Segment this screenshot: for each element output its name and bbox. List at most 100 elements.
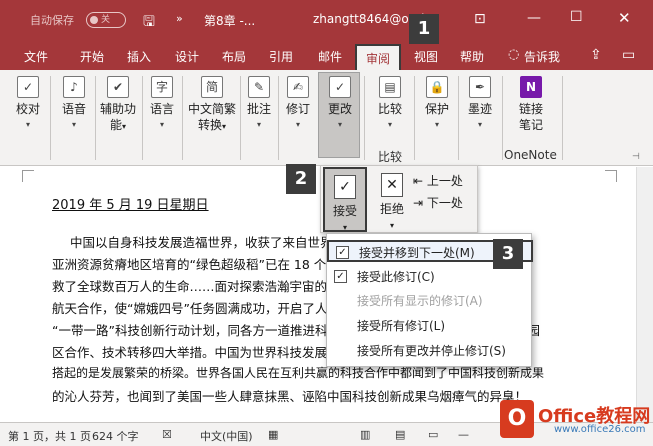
document-date: 2019 年 5 月 19 日星期日	[52, 198, 209, 213]
read-mode-icon[interactable]: ▥	[360, 428, 370, 441]
tab-mailings[interactable]: 邮件	[318, 48, 342, 65]
tab-home[interactable]: 开始	[80, 48, 104, 65]
next-change-button[interactable]: ⇥ 下一处	[413, 194, 463, 211]
compare-button[interactable]: ▤ 比较 ▾	[372, 76, 408, 133]
comments-icon[interactable]: ▭	[622, 47, 635, 63]
proofing-label: 校对	[15, 102, 40, 116]
maximize-icon[interactable]: ☐	[570, 9, 583, 25]
office-logo-icon: O	[500, 400, 534, 438]
changes-button-content[interactable]: ✓ 更改 ▾	[320, 76, 360, 133]
tab-layout[interactable]: 布局	[222, 48, 246, 65]
chevron-down-icon: ▾	[477, 120, 482, 129]
menu-item-label: 接受并移到下一处(M)	[359, 246, 475, 260]
quick-access-more-icon[interactable]: »	[176, 12, 183, 25]
autosave-toggle[interactable]: 关	[86, 12, 126, 28]
chevron-down-icon: ▾	[25, 120, 30, 129]
tab-review[interactable]: 审阅	[355, 44, 402, 70]
compare-group-label: 比较	[378, 150, 403, 164]
speaker-icon: ♪	[63, 76, 85, 98]
previous-icon: ⇤	[413, 174, 424, 188]
tab-view[interactable]: 视图	[414, 48, 438, 65]
chinese-conversion-label-2: 转换	[197, 118, 222, 132]
title-bar: 自动保存 关 🖫 » 第8章 -... zhangtt8464@outlo m …	[0, 0, 653, 40]
divider	[562, 76, 563, 160]
next-label: 下一处	[426, 196, 463, 210]
tracking-button[interactable]: ✍ 修订 ▾	[281, 76, 315, 133]
share-icon[interactable]: ⇪	[590, 47, 602, 63]
language-icon: 字	[151, 76, 173, 98]
previous-change-button[interactable]: ⇤ 上一处	[413, 172, 463, 189]
tab-insert[interactable]: 插入	[127, 48, 151, 65]
chevron-down-icon: ▾	[159, 120, 164, 129]
chevron-down-icon: ▾	[222, 122, 227, 131]
speech-button[interactable]: ♪ 语音 ▾	[56, 76, 92, 133]
linked-notes-label: 链接	[518, 102, 543, 116]
language-button[interactable]: 字 语言 ▾	[144, 76, 180, 133]
speech-label: 语音	[61, 102, 86, 116]
chevron-down-icon: ▾	[387, 120, 392, 129]
autosave-label: 自动保存	[30, 14, 74, 27]
tab-help[interactable]: 帮助	[460, 48, 484, 65]
menu-accept-all-shown: 接受所有显示的修订(A)	[327, 290, 533, 312]
chevron-down-icon: ▾	[256, 120, 261, 129]
close-icon[interactable]: ✕	[618, 9, 631, 27]
menu-item-label: 接受所有显示的修订(A)	[357, 294, 483, 308]
accept-next-icon: ✓	[336, 246, 349, 259]
accessibility-label-2: 能	[109, 118, 122, 132]
reject-x-icon: ✕	[381, 173, 403, 197]
reject-label: 拒绝	[379, 202, 404, 216]
step-badge-1: 1	[409, 14, 439, 44]
accept-check-icon: ✓	[334, 175, 356, 199]
ink-button[interactable]: ✒ 墨迹 ▾	[462, 76, 498, 133]
protect-button[interactable]: 🔒 保护 ▾	[420, 76, 454, 133]
tab-references[interactable]: 引用	[269, 48, 293, 65]
divider	[240, 76, 241, 160]
margin-mark-right	[605, 170, 617, 182]
word-count[interactable]: 624 个字	[92, 428, 139, 444]
chinese-conversion-button[interactable]: 简 中文简繁 转换▾	[184, 76, 240, 135]
protect-label: 保护	[424, 102, 449, 116]
tracking-label: 修订	[285, 102, 310, 116]
vertical-scrollbar[interactable]	[636, 167, 653, 422]
step-badge-2: 2	[286, 164, 316, 194]
document-title: 第8章 -...	[204, 14, 256, 28]
accept-button[interactable]: ✓ 接受 ▾	[323, 167, 367, 232]
divider	[142, 76, 143, 160]
watermark-url: www.office26.com	[554, 424, 646, 435]
comments-label: 批注	[246, 102, 271, 116]
menu-accept-all[interactable]: 接受所有修订(L)	[327, 315, 533, 337]
collapse-ribbon-icon[interactable]: ⊣	[632, 152, 640, 162]
onenote-icon: N	[520, 76, 542, 98]
language-label: 语言	[149, 102, 174, 116]
divider	[50, 76, 51, 160]
linked-notes-button[interactable]: N 链接 笔记	[508, 76, 554, 133]
web-layout-icon[interactable]: ▭	[428, 428, 438, 441]
ribbon-display-options-icon[interactable]: ⊡	[474, 11, 486, 27]
comments-button[interactable]: ✎ 批注 ▾	[242, 76, 276, 133]
zoom-out-icon[interactable]: —	[458, 428, 469, 441]
chevron-down-icon: ▾	[122, 122, 127, 131]
tab-file[interactable]: 文件	[24, 48, 48, 65]
margin-mark-left	[22, 170, 34, 182]
reject-button[interactable]: ✕ 拒绝 ▾	[373, 167, 411, 232]
accessibility-button[interactable]: ✔ 辅助功 能▾	[96, 76, 140, 135]
previous-label: 上一处	[426, 174, 463, 188]
language-status[interactable]: 中文(中国)	[200, 428, 253, 444]
save-icon[interactable]: 🖫	[143, 11, 155, 35]
tab-design[interactable]: 设计	[175, 48, 199, 65]
compare-label: 比较	[377, 102, 402, 116]
page-count[interactable]: 第 1 页，共 1 页	[8, 428, 91, 444]
comment-icon: ✎	[248, 76, 270, 98]
minimize-icon[interactable]: —	[527, 10, 541, 26]
tell-me-search[interactable]: 告诉我	[524, 48, 560, 65]
menu-accept-all-stop-tracking[interactable]: 接受所有更改并停止修订(S)	[327, 340, 533, 362]
ink-label: 墨迹	[467, 102, 492, 116]
proofing-status-icon[interactable]: ☒	[162, 428, 172, 441]
menu-item-label: 接受所有更改并停止修订(S)	[357, 344, 506, 358]
divider	[458, 76, 459, 160]
print-layout-icon[interactable]: ▤	[395, 428, 405, 441]
menu-accept-this-change[interactable]: ✓ 接受此修订(C)	[327, 266, 533, 288]
track-changes-icon: ✍	[287, 76, 309, 98]
proofing-button[interactable]: ✓ 校对 ▾	[10, 76, 46, 133]
accessibility-status-icon[interactable]: ▦	[268, 428, 278, 441]
